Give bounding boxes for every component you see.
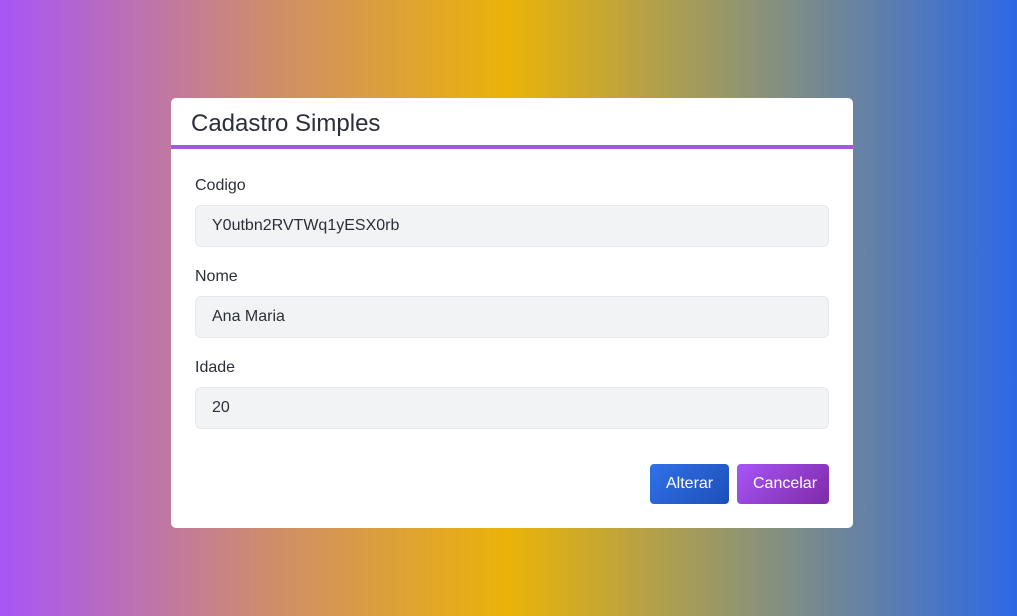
nome-input[interactable] — [195, 296, 829, 338]
cancelar-button[interactable]: Cancelar — [737, 464, 829, 504]
codigo-input[interactable] — [195, 205, 829, 247]
idade-field-group: Idade — [195, 358, 829, 429]
alterar-button[interactable]: Alterar — [650, 464, 729, 504]
codigo-field-group: Codigo — [195, 176, 829, 247]
codigo-label: Codigo — [195, 177, 246, 194]
cadastro-dialog: Cadastro Simples Codigo Nome Idade Alter… — [171, 98, 853, 528]
form-body: Codigo Nome Idade — [171, 149, 853, 429]
idade-input[interactable] — [195, 387, 829, 429]
dialog-header: Cadastro Simples — [171, 98, 853, 149]
dialog-title: Cadastro Simples — [191, 110, 381, 137]
nome-field-group: Nome — [195, 267, 829, 338]
nome-label: Nome — [195, 268, 238, 285]
form-actions: Alterar Cancelar — [650, 464, 829, 504]
idade-label: Idade — [195, 359, 236, 376]
